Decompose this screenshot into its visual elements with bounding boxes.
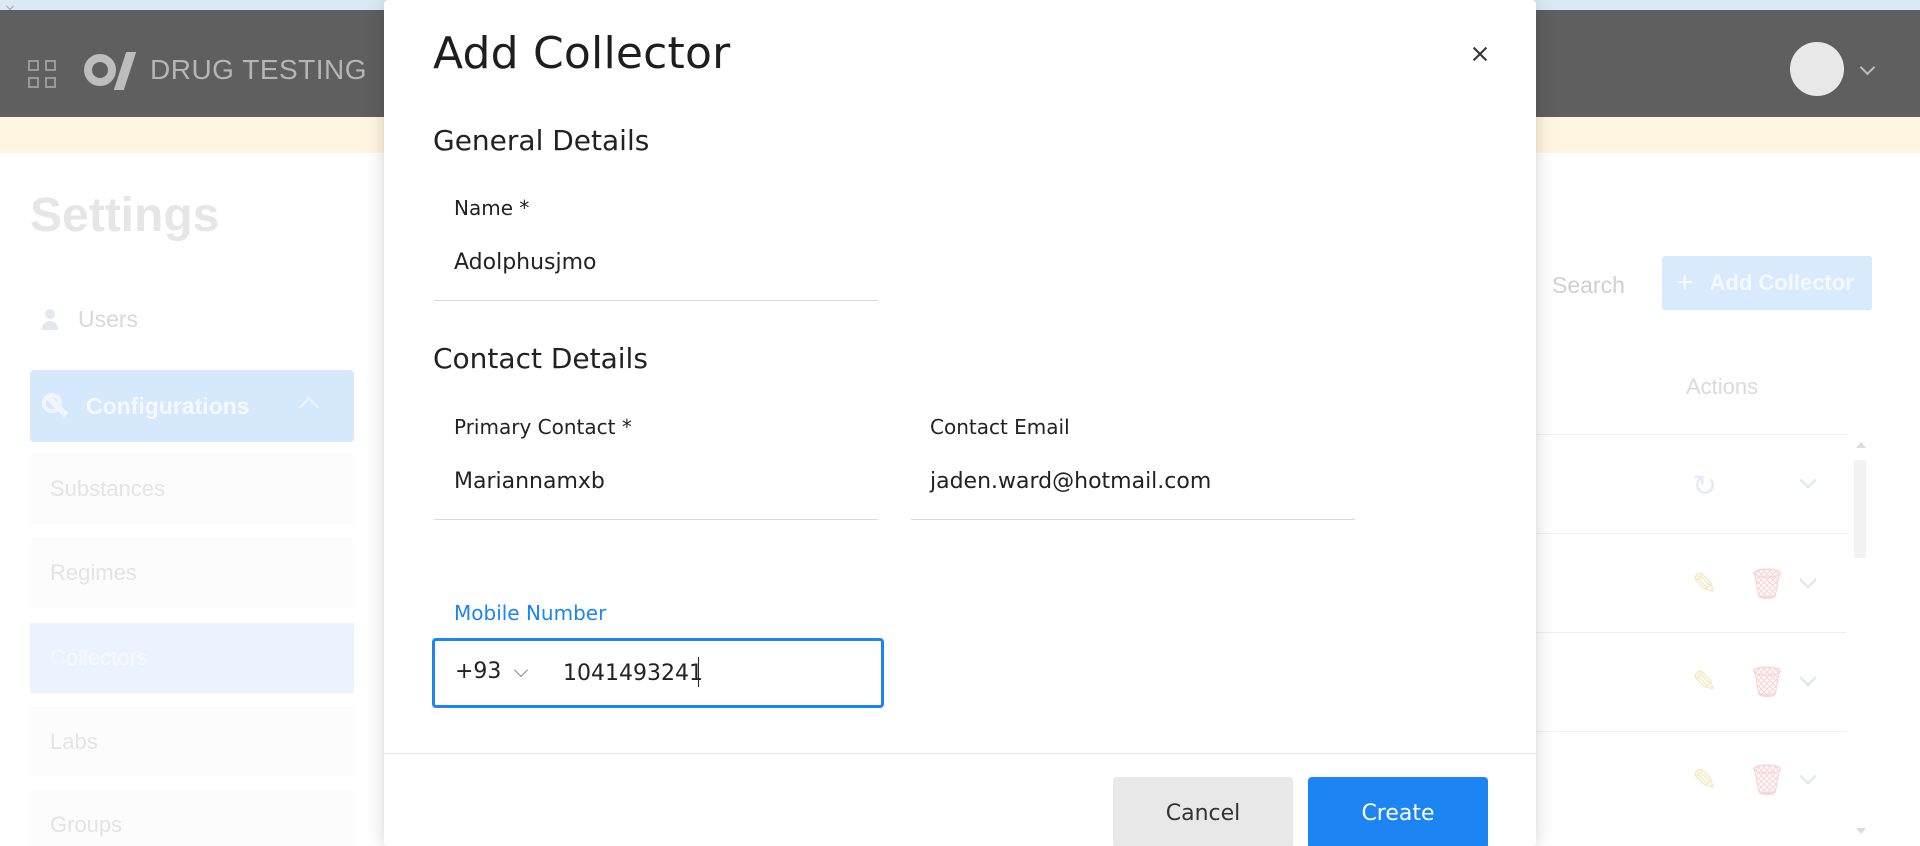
add-collector-label: Add Collector: [1709, 270, 1854, 295]
chevron-down-icon[interactable]: [6, 2, 14, 10]
name-field[interactable]: Adolphusjmo: [454, 250, 597, 275]
close-icon[interactable]: [1466, 40, 1494, 68]
contact-details-heading: Contact Details: [433, 342, 648, 375]
general-details-heading: General Details: [433, 124, 650, 157]
sidebar-item-collectors[interactable]: Collectors: [30, 623, 354, 693]
brand-logo-icon: [84, 50, 140, 90]
sidebar-item-regimes[interactable]: Regimes: [30, 538, 354, 608]
scroll-up-arrow-icon[interactable]: [1856, 442, 1866, 448]
chevron-up-icon: [299, 397, 319, 417]
contact-email-label: Contact Email: [930, 415, 1070, 439]
actions-header: Actions: [1686, 374, 1759, 399]
plus-icon: +: [1676, 266, 1694, 299]
chevron-down-icon[interactable]: [1799, 767, 1817, 785]
user-menu-chevron-icon[interactable]: [1859, 59, 1876, 76]
table-divider: [1534, 434, 1846, 435]
chevron-down-icon[interactable]: [1799, 471, 1817, 489]
brand-name: DRUG TESTING: [150, 54, 368, 85]
brand[interactable]: DRUG TESTING: [84, 50, 367, 90]
refresh-icon[interactable]: ↻: [1692, 472, 1717, 502]
trash-icon[interactable]: 🗑: [1748, 668, 1786, 698]
add-collector-button[interactable]: + Add Collector: [1662, 256, 1872, 310]
scroll-down-arrow-icon[interactable]: [1856, 828, 1866, 834]
sidebar-item-groups[interactable]: Groups: [30, 790, 354, 846]
mobile-number-label: Mobile Number: [454, 601, 607, 625]
table-divider: [1534, 731, 1846, 732]
chevron-down-icon[interactable]: [1799, 669, 1817, 687]
text-cursor: [698, 657, 699, 687]
table-scrollbar[interactable]: [1854, 460, 1866, 558]
country-code-select[interactable]: +93: [455, 659, 501, 684]
apps-grid-icon[interactable]: [28, 60, 56, 88]
create-button[interactable]: Create: [1308, 777, 1488, 846]
name-label: Name *: [454, 196, 530, 220]
dialog-title: Add Collector: [433, 28, 731, 79]
sidebar-item-configurations[interactable]: Configurations: [30, 370, 354, 442]
table-divider: [1534, 632, 1846, 633]
sidebar-item-substances[interactable]: Substances: [30, 454, 354, 524]
pencil-icon[interactable]: ✎: [1692, 766, 1717, 796]
sidebar-item-label: Configurations: [86, 392, 250, 419]
primary-contact-field[interactable]: Mariannamxb: [454, 469, 605, 494]
avatar[interactable]: [1790, 42, 1844, 96]
chevron-down-icon[interactable]: [513, 662, 529, 678]
trash-icon[interactable]: 🗑: [1748, 570, 1786, 600]
add-collector-dialog: Add Collector General Details Name * Ado…: [384, 0, 1536, 846]
sidebar-item-labs[interactable]: Labs: [30, 707, 354, 777]
contact-email-field[interactable]: jaden.ward@hotmail.com: [930, 469, 1211, 494]
trash-icon[interactable]: 🗑: [1748, 766, 1786, 796]
contact-email-underline: [911, 519, 1355, 520]
footer-divider: [384, 753, 1536, 754]
chevron-down-icon[interactable]: [1799, 571, 1817, 589]
page-title: Settings: [30, 189, 220, 242]
name-field-underline: [434, 300, 878, 301]
search-label[interactable]: Search: [1552, 272, 1625, 299]
mobile-number-field[interactable]: +93: [432, 638, 884, 708]
table-divider: [1534, 533, 1846, 534]
primary-contact-label: Primary Contact *: [454, 415, 632, 439]
user-group-icon: [42, 308, 64, 331]
pencil-icon[interactable]: ✎: [1692, 668, 1717, 698]
primary-contact-underline: [434, 519, 878, 520]
sidebar-item-users[interactable]: Users: [42, 306, 138, 333]
wrench-icon: [42, 393, 68, 419]
mobile-number-input[interactable]: [563, 657, 863, 689]
sidebar-item-label: Users: [78, 306, 139, 332]
cancel-button[interactable]: Cancel: [1113, 777, 1293, 846]
pencil-icon[interactable]: ✎: [1692, 570, 1717, 600]
